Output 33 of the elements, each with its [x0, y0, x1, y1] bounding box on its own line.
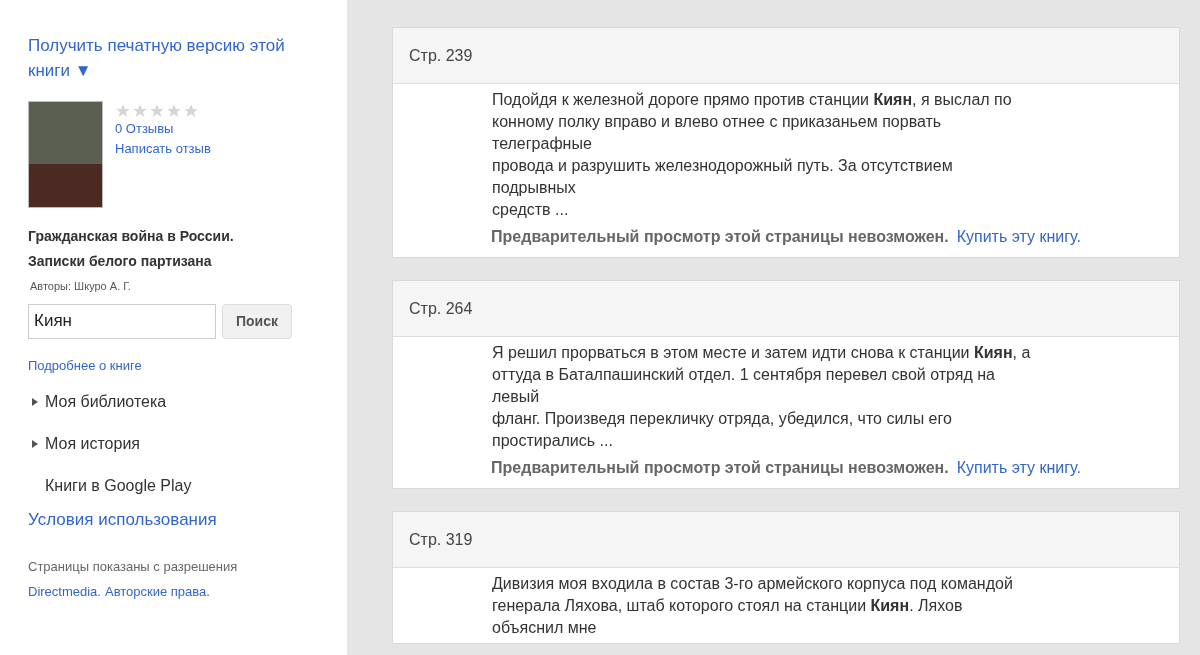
- print-version-link[interactable]: Получить печатную версию этой книги ▼: [28, 33, 298, 83]
- snippet-text: Дивизия моя входила в состав 3-го армейского корпуса под командой генерала Ляхова, штаб которого стоял на станции Киян. Ляхов объяснил мне: [492, 574, 1014, 638]
- search-button[interactable]: Поиск: [222, 303, 292, 339]
- star-icon: [115, 103, 131, 119]
- page-number: Стр. 239: [409, 45, 473, 66]
- expand-triangle-icon: [32, 440, 38, 448]
- menu-item[interactable]: Моя история: [28, 433, 140, 455]
- terms-link[interactable]: Условия использования: [28, 507, 217, 533]
- copyright-link[interactable]: Авторские права.: [104, 582, 210, 602]
- page-number: Стр. 264: [409, 298, 473, 319]
- page-number: Стр. 319: [409, 529, 473, 550]
- star-icon: [149, 103, 165, 119]
- expand-triangle-icon: [32, 398, 38, 406]
- star-icon: [166, 103, 182, 119]
- buy-book-link[interactable]: Купить эту книгу.: [956, 225, 1081, 249]
- permission-text: Страницы показаны с разрешения: [28, 557, 239, 576]
- book-cover-placeholder[interactable]: [28, 101, 103, 208]
- publisher-link[interactable]: Directmedia.: [28, 582, 101, 602]
- menu-item[interactable]: Моя библиотека: [28, 391, 167, 413]
- search-field[interactable]: Киян: [28, 303, 216, 339]
- buy-book-link[interactable]: Купить эту книгу.: [956, 456, 1081, 480]
- book-title: Гражданская война в России. Записки белого партизана: [28, 227, 235, 271]
- star-icon: [183, 103, 199, 119]
- preview-unavailable-text: Предварительный просмотр этой страницы невозможен.: [491, 227, 949, 247]
- preview-unavailable-text: Предварительный просмотр этой страницы невозможен.: [491, 458, 949, 478]
- reviews-link[interactable]: 0 Отзывы: [115, 119, 211, 139]
- write-review-link[interactable]: Написать отзыв: [115, 139, 211, 159]
- about-book-link[interactable]: Подробнее о книге: [28, 355, 142, 375]
- star-icon: [132, 103, 148, 119]
- menu-item[interactable]: Книги в Google Play: [28, 475, 192, 497]
- authors-text: Авторы: Шкуро А. Г.: [30, 279, 132, 294]
- snippet-text: Подойдя к железной дороге прямо против станции Киян, я выслал по конному полку вправо и влево отнее с приказаньем порвать телеграфные провода и разрушить железнодорожный путь. За отсутствием подрывных средств ...: [492, 90, 1013, 220]
- snippet-text: Я решил прорваться в этом месте и затем идти снова к станции Киян, а оттуда в Баталпашинский отдел. 1 сентября перевел свой отряд на левый фланг. Произведя перекличку отряда, убедился, что силы его простирались ...: [492, 343, 1032, 451]
